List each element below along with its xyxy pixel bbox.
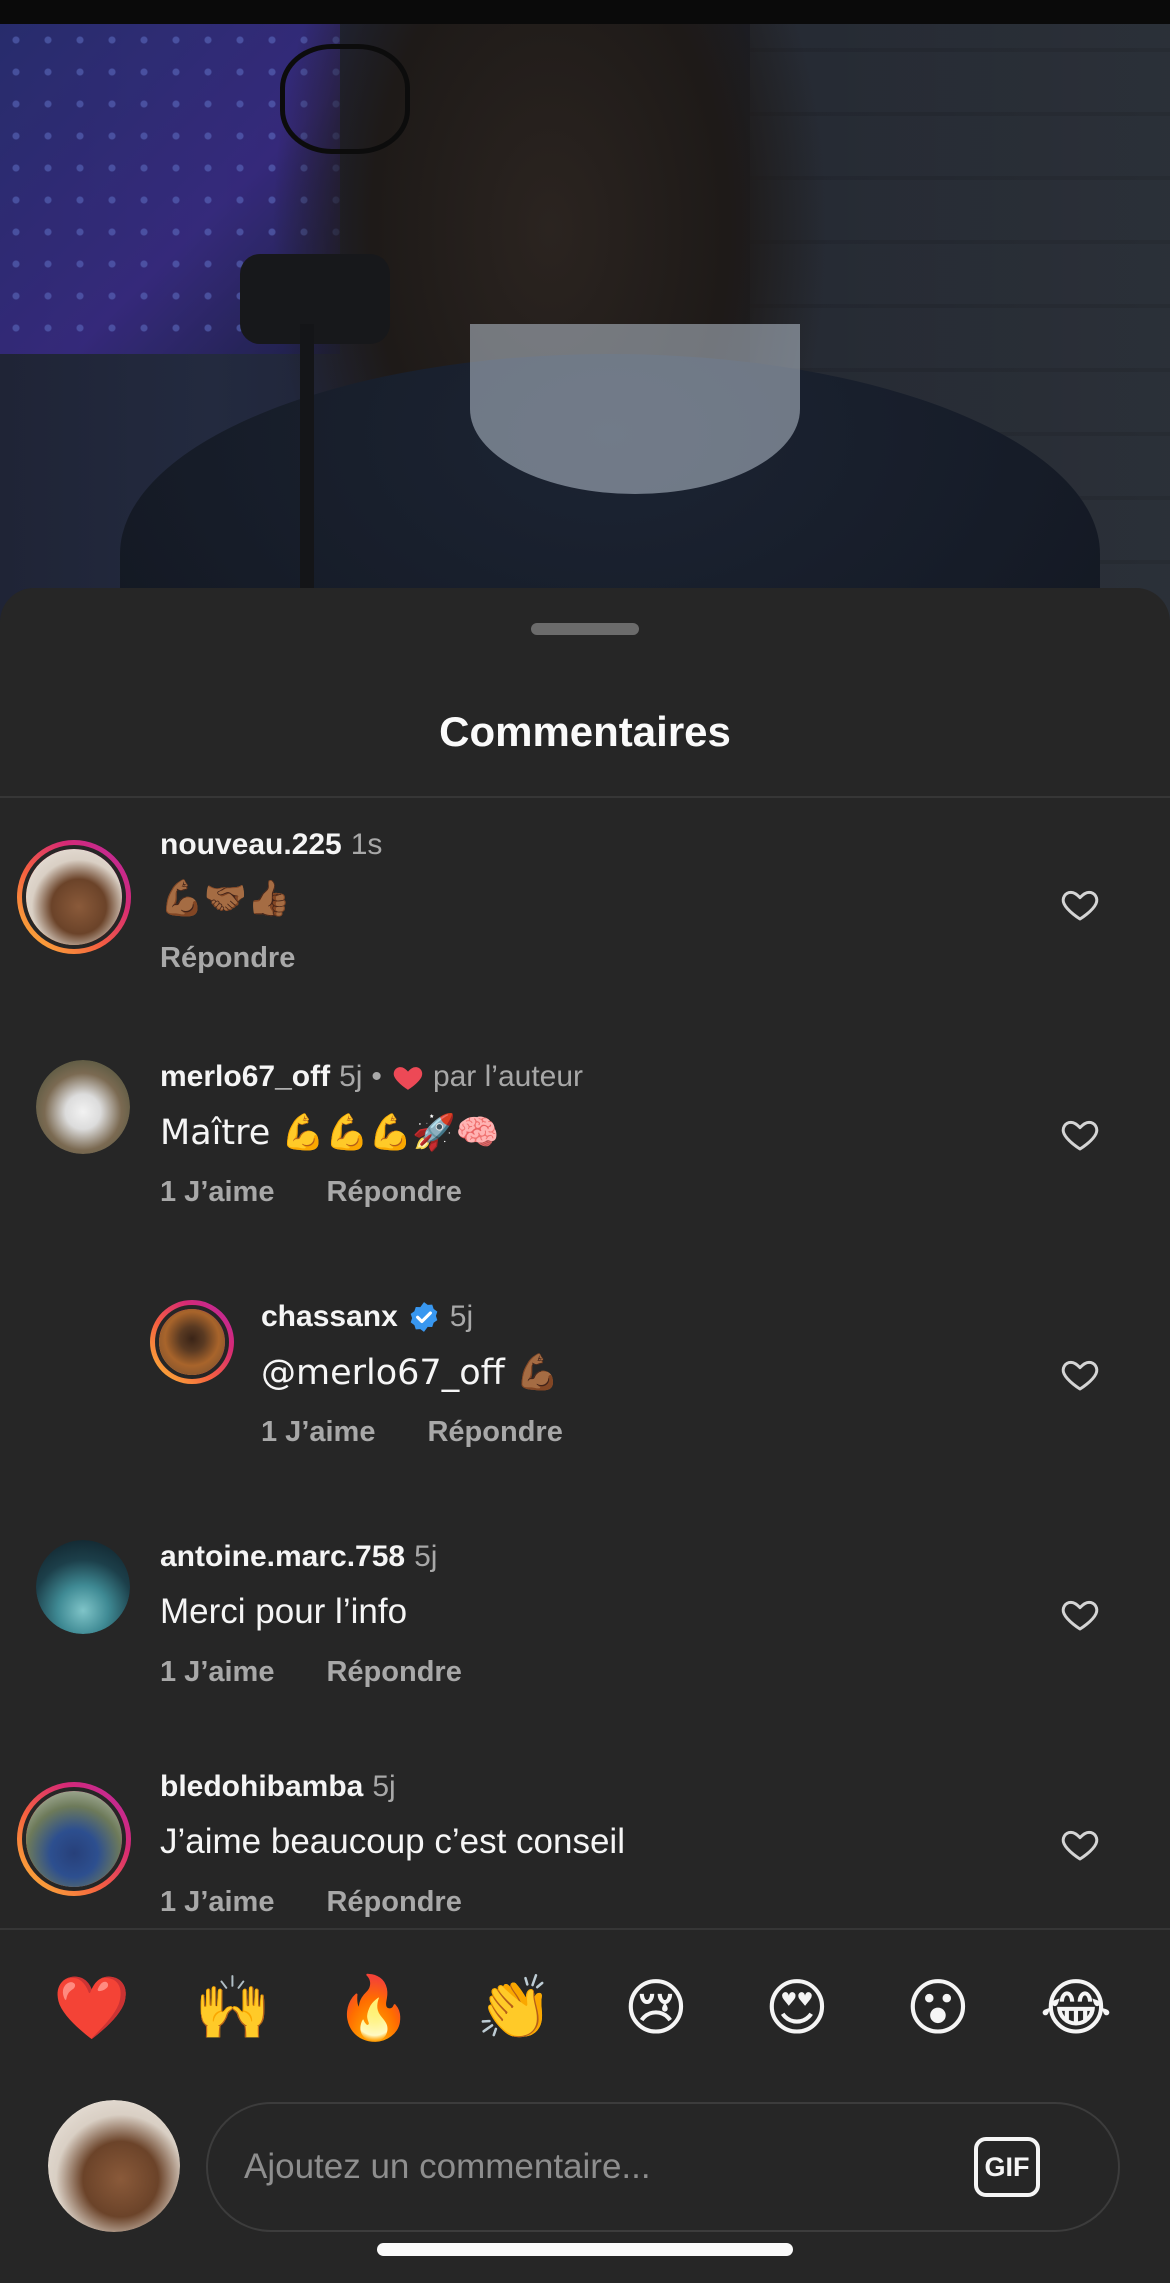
reply-button[interactable]: Répondre (326, 1176, 461, 1209)
heart-outline-icon[interactable] (1060, 1114, 1100, 1154)
comment-time: 5j (449, 1300, 474, 1333)
video-background[interactable] (0, 24, 1170, 624)
reaction-raising-hands[interactable]: 🙌 (193, 1968, 273, 2048)
reply-button[interactable]: Répondre (326, 1656, 461, 1689)
speaker-collar (470, 324, 800, 494)
comment-time: 5j (339, 1060, 363, 1093)
quick-reactions-bar: ❤️ 🙌 🔥 👏 😢 😍 😮 😂 (0, 1928, 1170, 2078)
comment-username[interactable]: antoine.marc.758 (160, 1540, 405, 1574)
comment-time: 5j (372, 1770, 396, 1803)
comments-list[interactable]: nouveau.225 1s 💪🏾🤝🏾👍🏾 Répondre merlo67_o… (0, 798, 1170, 1928)
likes-count[interactable]: 1 J’aime (261, 1416, 375, 1449)
reaction-crying[interactable]: 😢 (616, 1968, 696, 2048)
comment-input-placeholder: Ajoutez un commentaire... (244, 2147, 651, 2186)
likes-count[interactable]: 1 J’aime (160, 1886, 274, 1919)
verified-badge-icon (410, 1302, 438, 1332)
byauthor-label: par l’auteur (432, 1060, 584, 1093)
avatar[interactable] (36, 1060, 130, 1154)
status-bar-strip (0, 0, 1170, 24)
heart-outline-icon[interactable] (1060, 884, 1100, 924)
reaction-fire[interactable]: 🔥 (334, 1968, 414, 2048)
heart-outline-icon[interactable] (1060, 1354, 1100, 1394)
heart-outline-icon[interactable] (1060, 1594, 1100, 1634)
current-user-avatar (48, 2100, 180, 2232)
comment-username[interactable]: merlo67_off (160, 1060, 330, 1094)
reaction-surprised[interactable]: 😮 (898, 1968, 978, 2048)
meta-separator: • (371, 1060, 382, 1093)
avatar[interactable] (17, 840, 131, 954)
comment-username[interactable]: nouveau.225 (160, 828, 342, 862)
gif-button[interactable]: GIF (974, 2137, 1040, 2197)
heart-filled-icon (393, 1067, 423, 1090)
comment-text: J’aime beaucoup c’est conseil (160, 1822, 625, 1861)
liked-by-author: par l’auteur (391, 1060, 583, 1094)
comment-text: @merlo67_off 💪🏾 (261, 1353, 560, 1393)
comment-text: 💪🏾🤝🏾👍🏾 (160, 879, 291, 919)
sheet-title: Commentaires (439, 708, 731, 755)
comments-sheet: Commentaires nouveau.225 1s 💪🏾🤝🏾👍🏾 Répon… (0, 588, 1170, 2283)
avatar[interactable] (36, 1540, 130, 1634)
home-indicator (377, 2243, 793, 2256)
reply-button[interactable]: Répondre (427, 1416, 562, 1449)
comment-input[interactable]: Ajoutez un commentaire... GIF (206, 2102, 1120, 2232)
avatar[interactable] (150, 1300, 234, 1384)
reply-button[interactable]: Répondre (326, 1886, 461, 1919)
likes-count[interactable]: 1 J’aime (160, 1656, 274, 1689)
reply-button[interactable]: Répondre (160, 942, 295, 975)
comment-time: 5j (414, 1540, 438, 1573)
comment-time: 1s (350, 828, 383, 861)
heart-outline-icon[interactable] (1060, 1824, 1100, 1864)
likes-count[interactable]: 1 J’aime (160, 1176, 274, 1209)
reaction-heart-eyes[interactable]: 😍 (757, 1968, 837, 2048)
speaker-glasses (280, 44, 410, 154)
reaction-laughing[interactable]: 😂 (1036, 1968, 1116, 2048)
sheet-grabber[interactable] (531, 623, 639, 635)
comment-username[interactable]: bledohibamba (160, 1770, 363, 1804)
avatar[interactable] (17, 1782, 131, 1896)
microphone (240, 254, 390, 344)
reaction-clapping[interactable]: 👏 (475, 1968, 555, 2048)
microphone-stand (300, 324, 314, 624)
comment-text: Maître 💪💪💪🚀🧠 (160, 1113, 500, 1153)
reaction-heart[interactable]: ❤️ (52, 1968, 132, 2048)
comment-username[interactable]: chassanx (261, 1300, 398, 1334)
comment-text: Merci pour l’info (160, 1592, 408, 1631)
